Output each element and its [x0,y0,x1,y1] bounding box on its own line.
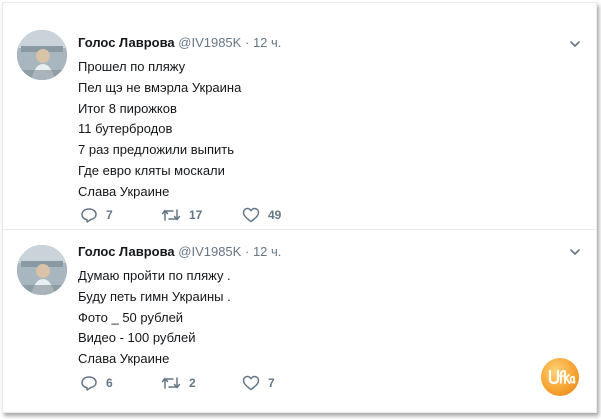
timestamp[interactable]: 12 ч. [253,244,281,259]
tweet-feed: Голос Лаврова @IV1985K · 12 ч. Прошел по… [2,2,597,413]
tweet-line: Фото _ 50 рублей [78,309,184,325]
heart-icon [242,207,260,223]
watermark-logo [541,358,579,396]
retweet-count: 2 [189,376,196,390]
tweet-line: Прошел по пляжу [78,59,186,74]
tweet[interactable]: Голос Лаврова @IV1985K · 12 ч. Прошел по… [3,3,596,230]
tweet-line: Буду петь гимн Украины . [78,288,231,304]
reply-icon [81,376,97,391]
tweet-header: Голос Лаврова @IV1985K · 12 ч. [78,243,281,261]
tweet-line: Думаю пройти по пляжу . [78,268,231,283]
tweet-line: Видео - 100 рублей [78,330,196,346]
tweet-text: Прошел по пляжу Пел щэ не вмэрла Украина… [78,57,241,203]
tweet-line: Итог 8 пирожков [78,100,177,116]
tweet-line: 7 раз предложили выпить [78,142,235,158]
reply-button[interactable]: 6 [80,374,113,392]
user-handle[interactable]: @IV1985K [178,35,241,50]
tweet-line: Где евро кляты москали [78,162,225,178]
separator: · [244,35,250,50]
reply-count: 7 [106,208,113,222]
tweet-line: 11 бутербродов [78,121,173,137]
reply-button[interactable]: 7 [80,206,113,224]
display-name[interactable]: Голос Лаврова [78,35,175,50]
reply-count: 6 [106,376,113,390]
like-button[interactable]: 7 [242,374,275,392]
tweet-text: Думаю пройти по пляжу . Буду петь гимн У… [78,266,231,370]
retweet-button[interactable]: 17 [161,206,202,224]
avatar[interactable] [17,30,67,80]
retweet-icon [161,377,181,389]
chevron-down-icon[interactable] [568,245,582,259]
tweet-header: Голос Лаврова @IV1985K · 12 ч. [78,34,281,52]
tweet-line: Слава Украине [78,183,170,199]
retweet-count: 17 [189,208,203,222]
heart-icon [242,375,260,391]
separator: · [244,244,250,259]
retweet-button[interactable]: 2 [161,374,196,392]
tweet-line: Слава Украине [78,351,170,367]
chevron-down-icon[interactable] [568,37,582,51]
timestamp[interactable]: 12 ч. [253,35,281,50]
like-count: 49 [268,208,282,222]
retweet-icon [161,209,181,221]
like-button[interactable]: 49 [242,206,281,224]
like-count: 7 [268,376,275,390]
user-handle[interactable]: @IV1985K [178,244,241,259]
reply-icon [81,208,97,223]
tweet-line: Пел щэ не вмэрла Украина [78,79,242,95]
avatar[interactable] [17,245,67,295]
tweet[interactable]: Голос Лаврова @IV1985K · 12 ч. Думаю про… [3,231,596,412]
display-name[interactable]: Голос Лаврова [78,244,175,259]
